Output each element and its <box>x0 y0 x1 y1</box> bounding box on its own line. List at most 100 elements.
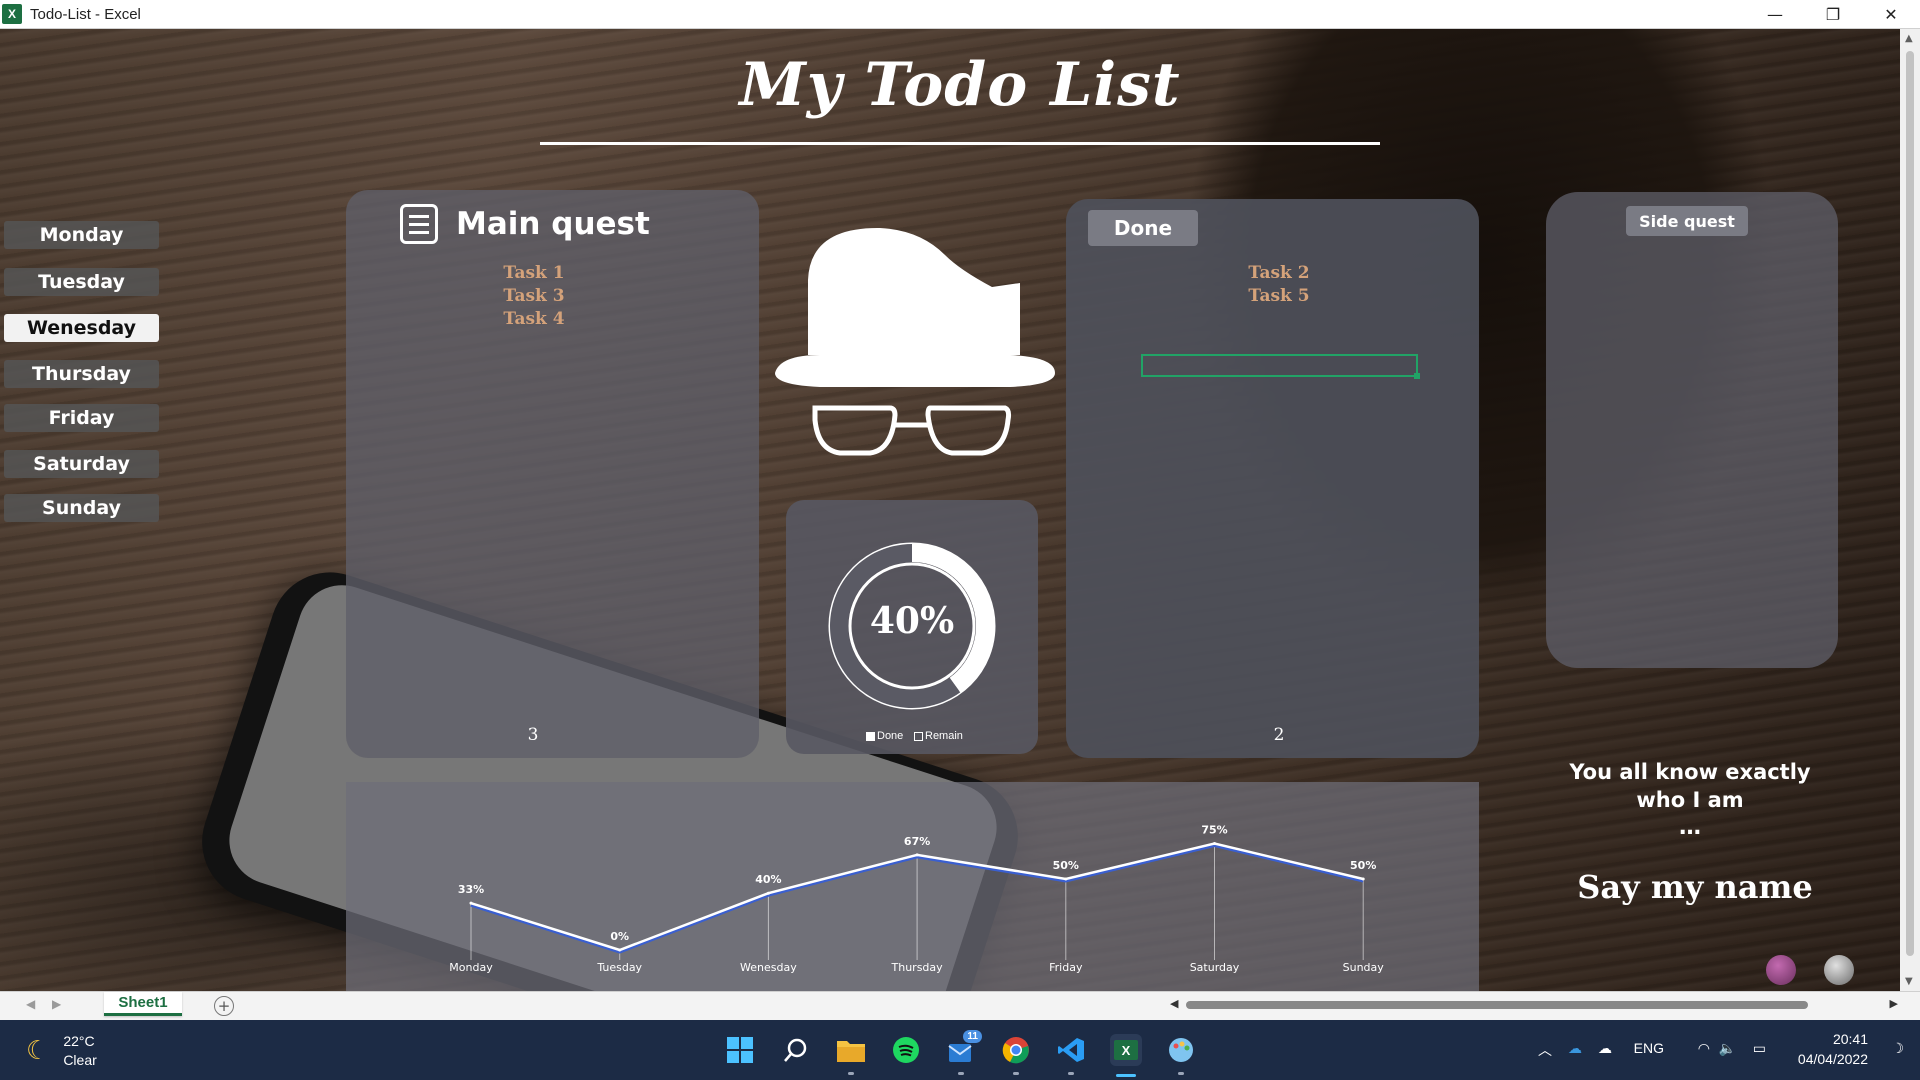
weather-widget[interactable]: ☾ 22°C Clear <box>26 1032 97 1070</box>
quote-ellipsis: … <box>1679 815 1701 840</box>
data-point <box>1361 877 1365 881</box>
minimize-button[interactable]: — <box>1746 0 1804 29</box>
day-button-tuesday[interactable]: Tuesday <box>4 268 159 296</box>
add-sheet-button[interactable]: + <box>214 996 234 1016</box>
main-task-item[interactable]: Task 3 <box>434 286 634 306</box>
main-quest-title: Main quest <box>456 206 650 242</box>
data-point <box>618 948 622 952</box>
vertical-scrollbar[interactable]: ▲ ▼ <box>1900 29 1920 991</box>
windows-taskbar: ☾ 22°C Clear 11 X ︿ ☁ ☁ ENG ◠ 🔈 ▭ 20:41 … <box>0 1020 1920 1080</box>
purple-orb-icon <box>1766 955 1796 985</box>
scroll-down-icon[interactable]: ▼ <box>1905 976 1913 987</box>
weather-description: Clear <box>63 1052 97 1068</box>
day-button-friday[interactable]: Friday <box>4 404 159 432</box>
onedrive-icon[interactable]: ☁ <box>1568 1040 1582 1057</box>
data-point <box>1064 877 1068 881</box>
data-label: 50% <box>1350 859 1376 872</box>
horizontal-scrollbar[interactable]: ◀ ▶ <box>1168 997 1900 1011</box>
data-label: 75% <box>1201 824 1227 837</box>
window-title: Todo-List - Excel <box>30 5 141 23</box>
data-label: 67% <box>904 835 930 848</box>
scroll-right-icon[interactable]: ▶ <box>1890 997 1898 1010</box>
scroll-up-icon[interactable]: ▲ <box>1905 33 1913 44</box>
horizontal-scroll-thumb[interactable] <box>1186 1001 1808 1009</box>
main-quest-count: 3 <box>527 725 539 745</box>
data-label: 40% <box>755 873 781 886</box>
tab-scroll-right-icon[interactable]: ▶ <box>52 997 61 1011</box>
notification-badge: 11 <box>963 1030 982 1043</box>
day-button-saturday[interactable]: Saturday <box>4 450 159 478</box>
clock-date: 04/04/2022 <box>1797 1051 1868 1067</box>
legend-remain-swatch <box>914 731 923 741</box>
clock[interactable]: 20:41 04/04/2022 <box>1798 1029 1868 1069</box>
data-point <box>1213 842 1216 845</box>
data-point <box>469 901 473 905</box>
close-button[interactable]: ✕ <box>1862 0 1920 29</box>
done-task-item[interactable]: Task 5 <box>1179 286 1379 306</box>
quote-text: You all know exactly who I am <box>1569 760 1811 812</box>
data-label: 33% <box>458 883 484 896</box>
category-label: Thursday <box>891 961 944 974</box>
data-point <box>766 891 770 895</box>
moon-icon: ☾ <box>26 1036 50 1066</box>
done-task-item[interactable]: Task 2 <box>1179 263 1379 283</box>
main-task-item[interactable]: Task 4 <box>434 309 634 329</box>
clock-time: 20:41 <box>1832 1031 1868 1047</box>
vertical-scroll-thumb[interactable] <box>1906 51 1914 956</box>
data-label: 50% <box>1053 859 1079 872</box>
hat-crown <box>808 227 1020 355</box>
main-task-item[interactable]: Task 1 <box>434 263 634 283</box>
mail-icon[interactable]: 11 <box>946 1030 982 1066</box>
tab-scroll-left-icon[interactable]: ◀ <box>26 997 35 1011</box>
day-button-wenesday[interactable]: Wenesday <box>4 314 159 342</box>
progress-percent-label: 40% <box>869 600 955 642</box>
weekly-progress-line-chart: 33% Monday 0% Tuesday 40% Wenesday 67% Thursday… <box>449 824 1385 975</box>
start-icon[interactable] <box>724 1034 756 1066</box>
category-label: Friday <box>1049 961 1083 974</box>
file-explorer-icon[interactable] <box>835 1034 867 1066</box>
dashboard-title: My Todo List <box>739 50 1181 120</box>
excel-icon: X <box>2 4 22 24</box>
gray-orb-icon <box>1824 955 1854 985</box>
scroll-left-icon[interactable]: ◀ <box>1170 997 1178 1010</box>
battery-icon[interactable]: ▭ <box>1753 1040 1766 1057</box>
say-my-name-text: Say my name <box>1577 868 1813 906</box>
category-label: Saturday <box>1190 961 1240 974</box>
weather-temperature: 22°C <box>63 1033 95 1049</box>
fill-handle[interactable] <box>1414 373 1420 379</box>
day-button-thursday[interactable]: Thursday <box>4 360 159 388</box>
data-label: 0% <box>610 930 629 943</box>
day-button-monday[interactable]: Monday <box>4 221 159 249</box>
volume-icon[interactable]: 🔈 <box>1719 1040 1736 1057</box>
language-indicator[interactable]: ENG <box>1634 1040 1664 1056</box>
svg-text:X: X <box>1122 1043 1131 1058</box>
legend-done: Done <box>866 730 903 742</box>
category-label: Sunday <box>1343 961 1385 974</box>
title-underline <box>540 142 1380 145</box>
hat-brim <box>775 355 1055 387</box>
title-bar: X Todo-List - Excel — ❐ ✕ <box>0 0 1920 29</box>
list-icon <box>400 204 438 244</box>
sheet-tab-sheet1[interactable]: Sheet1 <box>104 992 182 1016</box>
chrome-icon[interactable] <box>1000 1034 1032 1066</box>
restore-button[interactable]: ❐ <box>1804 0 1862 29</box>
selected-cell[interactable] <box>1141 354 1420 379</box>
done-label: Done <box>1088 210 1198 246</box>
legend-done-swatch <box>866 731 875 741</box>
day-button-sunday[interactable]: Sunday <box>4 494 159 522</box>
hat-glasses-illustration <box>775 227 1055 456</box>
cloud-icon[interactable]: ☁ <box>1598 1040 1612 1057</box>
category-label: Wenesday <box>740 961 797 974</box>
notifications-icon[interactable]: ☽ <box>1891 1040 1904 1057</box>
done-count: 2 <box>1273 725 1285 745</box>
spotify-icon[interactable] <box>890 1034 922 1066</box>
search-icon[interactable] <box>780 1034 812 1066</box>
category-label: Tuesday <box>596 961 642 974</box>
vscode-icon[interactable] <box>1055 1034 1087 1066</box>
excel-taskbar-icon[interactable]: X <box>1110 1034 1142 1066</box>
chevron-up-icon[interactable]: ︿ <box>1538 1040 1552 1060</box>
side-quest-panel <box>1546 192 1838 668</box>
wifi-icon[interactable]: ◠ <box>1698 1040 1710 1057</box>
sheet-tabs-bar: ◀ ▶ Sheet1 + ◀ ▶ <box>0 991 1920 1020</box>
paint-icon[interactable] <box>1165 1034 1197 1066</box>
